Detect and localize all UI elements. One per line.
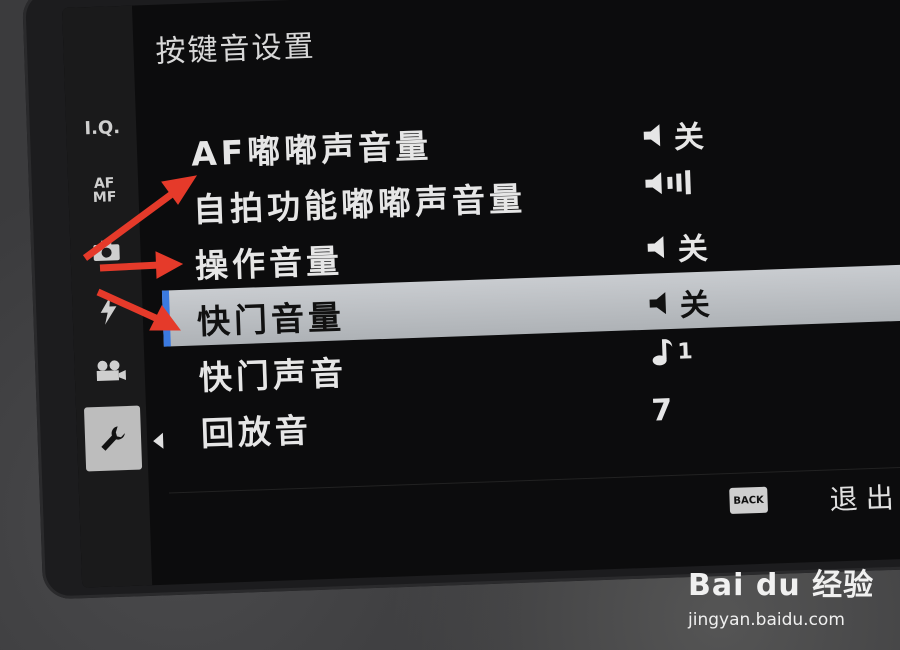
flash-icon [100,296,117,325]
speaker-icon [643,124,661,147]
tab-af-mf[interactable]: AF MF [76,164,134,218]
setting-value: 关 [647,280,710,326]
setting-value-text: 7 [650,392,673,429]
wrench-icon [101,426,125,451]
music-note-icon [652,339,673,366]
setting-value-text: 关 [673,119,705,156]
tab-image-quality-label: I.Q. [84,116,121,139]
speaker-icon [647,236,665,259]
setting-value-text: 1 [676,338,694,365]
tab-setup[interactable] [83,405,143,472]
left-caret-icon [152,432,164,450]
settings-list: AF嘟嘟声音量 关 自拍功能嘟嘟声音量 操作音量 关 快门音量 关 快门声音 1… [66,96,900,453]
setting-label: 操作音量 [194,241,344,286]
watermark-brand: Bai du 经验 [688,568,875,603]
camera-icon [93,240,120,261]
setting-value: 关 [645,224,708,270]
setting-value-text: 关 [677,231,709,268]
setting-label: 自拍功能嘟嘟声音量 [192,178,527,230]
tab-af-mf-label: AF MF [92,175,117,207]
back-button[interactable]: BACK [729,486,769,514]
setting-value: 7 [651,393,673,429]
setting-value [643,168,704,198]
setting-label: 快门声音 [198,353,348,398]
exit-label: 退出 [829,481,900,517]
movie-icon [96,360,127,382]
watermark-url: jingyan.baidu.com [688,610,845,630]
camera-lcd-screen: I.Q. AF MF 按键音设置 AF嘟嘟声音量 关 自拍功能嘟嘟声音量 操作音… [62,0,900,588]
page-title: 按键音设置 [154,29,317,70]
setting-label: AF嘟嘟声音量 [190,126,433,174]
setting-label: 快门音量 [196,297,346,342]
setting-value: 关 [641,112,705,158]
setting-value-text: 关 [679,287,711,324]
speaker-volume-icon [645,170,691,195]
tab-image-quality[interactable]: I.Q. [73,101,131,155]
tab-movie[interactable] [82,344,140,398]
setting-value: 1 [649,336,693,367]
tab-flash[interactable] [80,284,138,338]
baidu-jingyan-watermark: Bai du 经验 jingyan.baidu.com [688,560,888,640]
tab-shooting[interactable] [78,224,136,278]
bottom-bar: BACK 退出 [168,465,900,554]
setting-label: 回放音 [200,410,313,454]
speaker-icon [649,292,667,315]
